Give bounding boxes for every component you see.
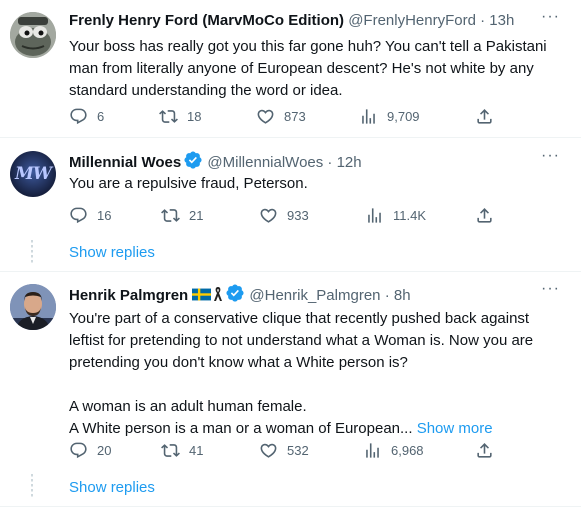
avatar-monogram: MW	[10, 151, 56, 197]
avatar[interactable]: MW	[10, 151, 56, 197]
avatar[interactable]	[10, 284, 56, 330]
more-icon[interactable]: ···	[541, 9, 559, 31]
more-icon[interactable]: ···	[541, 281, 559, 303]
tweet-text-line: man from literally anyone of European de…	[69, 60, 534, 77]
verified-badge-icon	[225, 283, 245, 303]
tweet-text-line: leftist for pretending to not understand…	[69, 332, 534, 349]
share-button[interactable]	[475, 205, 503, 225]
divider	[0, 271, 581, 272]
separator-dot: ·	[327, 154, 333, 171]
display-name[interactable]: Frenly Henry Ford (MarvMoCo Edition)	[69, 12, 344, 29]
tweet-actions: 16 21 933 11.4K	[69, 205, 499, 225]
like-count: 532	[287, 442, 309, 458]
show-replies-link[interactable]: Show replies	[69, 479, 155, 496]
reply-icon	[69, 107, 88, 126]
views-button[interactable]: 6,968	[363, 440, 424, 460]
retweet-count: 41	[189, 442, 204, 458]
reply-count: 6	[97, 108, 105, 124]
display-name[interactable]: Henrik Palmgren	[69, 287, 188, 304]
retweet-count: 18	[187, 108, 202, 124]
tweet-header: Henrik Palmgren @Henrik_Palmgren · 8h	[69, 283, 569, 304]
share-button[interactable]	[475, 106, 503, 126]
more-icon[interactable]: ···	[541, 148, 559, 170]
tweet-text-line	[69, 374, 569, 396]
reply-count: 16	[97, 207, 112, 223]
retweet-icon	[161, 206, 180, 225]
tweet-text-line: pretending you don't know what a White p…	[69, 354, 408, 371]
reply-icon	[69, 206, 88, 225]
like-button[interactable]: 532	[259, 440, 309, 460]
like-icon	[259, 441, 278, 460]
tweet-header: Millennial Woes @MillennialWoes · 12h	[69, 150, 569, 171]
retweet-button[interactable]: 21	[161, 205, 203, 225]
reply-count: 20	[97, 442, 112, 458]
show-more-link[interactable]: Show more	[417, 420, 493, 437]
tweet-header: Frenly Henry Ford (MarvMoCo Edition) @Fr…	[69, 11, 569, 31]
tweet-text: Your boss has really got you this far go…	[69, 36, 569, 102]
separator-dot: ·	[384, 287, 390, 304]
avatar[interactable]	[10, 12, 56, 58]
retweet-count: 21	[189, 207, 204, 223]
retweet-icon	[159, 107, 178, 126]
like-button[interactable]: 933	[259, 205, 309, 225]
retweet-icon	[161, 441, 180, 460]
verified-badge-icon	[183, 150, 203, 170]
like-button[interactable]: 873	[256, 106, 306, 126]
user-handle[interactable]: @Henrik_Palmgren	[249, 287, 380, 304]
thread-connector	[31, 240, 33, 264]
timestamp[interactable]: 12h	[337, 154, 362, 171]
tweet-text-line: You are a repulsive fraud, Peterson.	[69, 175, 308, 192]
tweet-text: You're part of a conservative clique tha…	[69, 308, 569, 440]
sweden-flag-icon	[192, 288, 212, 301]
share-icon	[475, 441, 494, 460]
timestamp[interactable]: 8h	[394, 287, 411, 304]
tweet-text-line: A White person is a man or a woman of Eu…	[69, 420, 413, 437]
views-button[interactable]: 9,709	[359, 106, 420, 126]
share-button[interactable]	[475, 440, 503, 460]
reply-button[interactable]: 16	[69, 205, 111, 225]
retweet-button[interactable]: 41	[161, 440, 203, 460]
views-count: 9,709	[387, 108, 420, 124]
share-icon	[475, 206, 494, 225]
separator-dot: ·	[480, 12, 486, 29]
black-ribbon-icon	[214, 287, 223, 301]
tweet-text-line: You're part of a conservative clique tha…	[69, 310, 530, 327]
views-icon	[365, 206, 384, 225]
views-button[interactable]: 11.4K	[365, 205, 426, 225]
views-icon	[363, 441, 382, 460]
timestamp[interactable]: 13h	[489, 12, 514, 29]
tweet-text: You are a repulsive fraud, Peterson.	[69, 173, 569, 195]
views-icon	[359, 107, 378, 126]
views-count: 6,968	[391, 442, 424, 458]
retweet-button[interactable]: 18	[159, 106, 201, 126]
user-handle[interactable]: @MillennialWoes	[207, 154, 323, 171]
tweet-text-line-last: A White person is a man or a woman of Eu…	[69, 418, 569, 440]
like-icon	[259, 206, 278, 225]
like-count: 933	[287, 207, 309, 223]
display-name[interactable]: Millennial Woes	[69, 154, 181, 171]
thread-connector	[31, 474, 33, 498]
tweet-actions: 6 18 873 9,709	[69, 106, 499, 126]
user-handle[interactable]: @FrenlyHenryFord	[348, 12, 476, 29]
profile-photo-icon	[10, 284, 56, 330]
reply-icon	[69, 441, 88, 460]
divider	[0, 506, 581, 507]
like-icon	[256, 107, 275, 126]
reply-button[interactable]: 6	[69, 106, 104, 126]
reply-button[interactable]: 20	[69, 440, 111, 460]
show-replies-link[interactable]: Show replies	[69, 244, 155, 261]
tweet-text-line: standard understanding the word or idea.	[69, 82, 343, 99]
divider	[0, 137, 581, 138]
tweet-actions: 20 41 532 6,968	[69, 440, 499, 460]
tweet-text-line: A woman is an adult human female.	[69, 398, 307, 415]
like-count: 873	[284, 108, 306, 124]
views-count: 11.4K	[393, 207, 427, 223]
share-icon	[475, 107, 494, 126]
tweet-text-line: Your boss has really got you this far go…	[69, 38, 547, 55]
pepe-avatar-icon	[10, 12, 56, 58]
